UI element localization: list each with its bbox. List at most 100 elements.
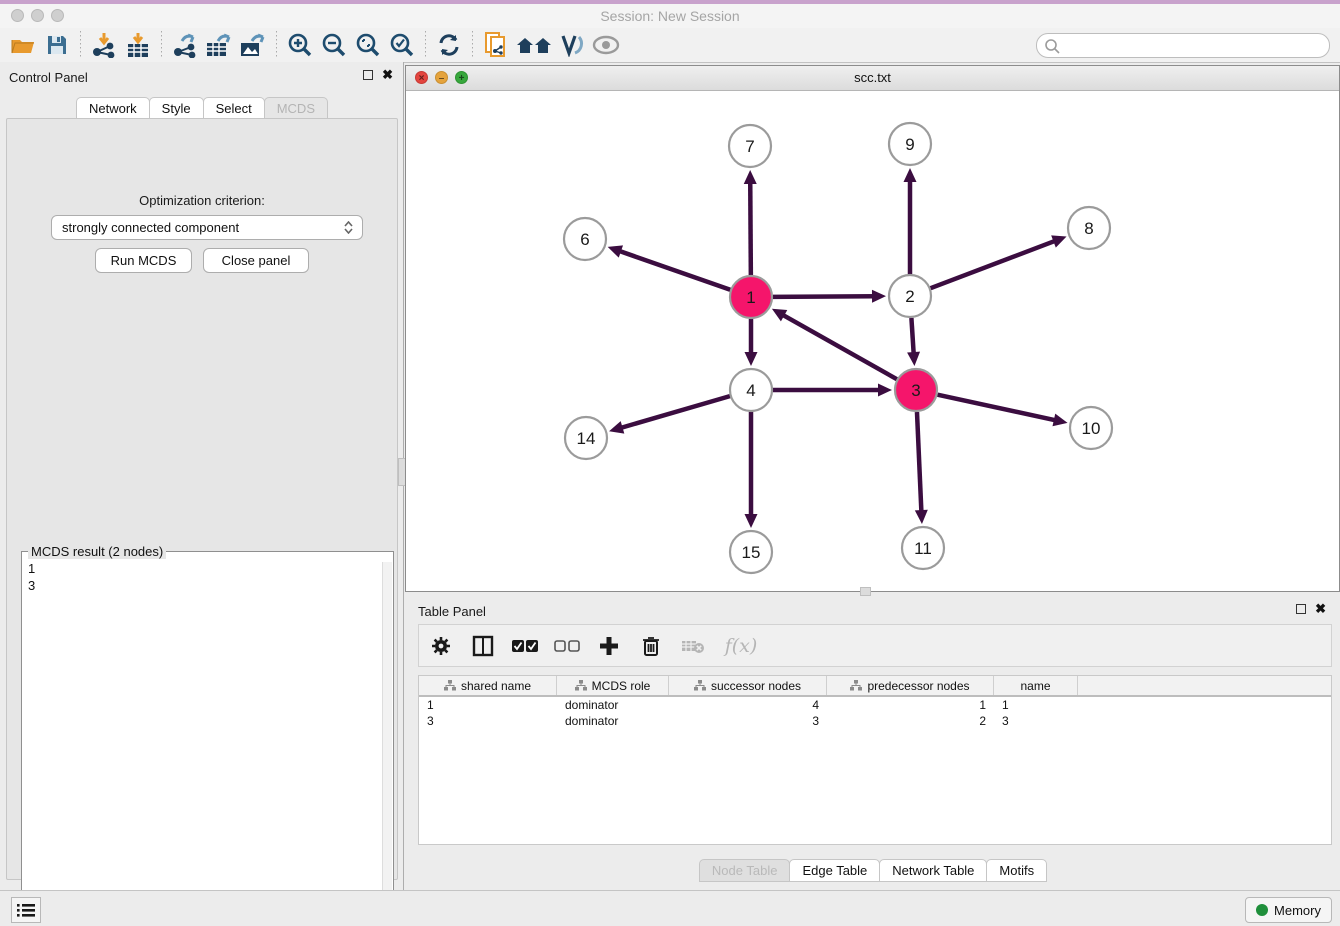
refresh-button[interactable] bbox=[432, 30, 466, 60]
optimization-criterion-select[interactable]: strongly connected component bbox=[51, 215, 363, 240]
clone-network-button[interactable] bbox=[479, 30, 513, 60]
network-window-title: scc.txt bbox=[406, 70, 1339, 85]
cell-shared-name[interactable]: 3 bbox=[419, 713, 557, 729]
status-bar: Memory bbox=[0, 890, 1340, 926]
table-row[interactable]: 1 dominator 4 1 1 bbox=[419, 697, 1331, 713]
export-network-button[interactable] bbox=[168, 30, 202, 60]
table-toolbar: f(x) bbox=[418, 624, 1332, 667]
session-titlebar: Session: New Session bbox=[0, 4, 1340, 28]
search-box[interactable] bbox=[1036, 33, 1330, 58]
column-header-successor-nodes[interactable]: successor nodes bbox=[669, 676, 827, 695]
table-row[interactable]: 3 dominator 3 2 3 bbox=[419, 713, 1331, 729]
show-hide-button[interactable] bbox=[589, 30, 623, 60]
tab-select[interactable]: Select bbox=[203, 97, 265, 119]
import-network-button[interactable] bbox=[87, 30, 121, 60]
import-table-icon bbox=[125, 32, 151, 58]
graph-node-label: 3 bbox=[911, 381, 920, 400]
close-table-panel-icon[interactable]: ✖ bbox=[1315, 604, 1326, 614]
trash-icon bbox=[642, 635, 660, 656]
zoom-fit-button[interactable] bbox=[351, 30, 385, 60]
table-panel-tabs: Node Table Edge Table Network Table Moti… bbox=[405, 859, 1340, 882]
cell-successor-nodes[interactable]: 4 bbox=[669, 697, 827, 713]
select-all-columns-button[interactable] bbox=[511, 631, 539, 661]
graph-node-label: 2 bbox=[905, 287, 914, 306]
graph-node-label: 4 bbox=[746, 381, 755, 400]
control-panel-title: Control Panel bbox=[9, 70, 88, 85]
export-table-button[interactable] bbox=[202, 30, 236, 60]
float-panel-icon[interactable] bbox=[363, 70, 373, 80]
column-header-predecessor-nodes[interactable]: predecessor nodes bbox=[827, 676, 994, 695]
mcds-result-text[interactable]: 1 3 bbox=[28, 560, 35, 594]
toolbar-separator bbox=[425, 31, 426, 59]
apply-style-button[interactable] bbox=[555, 30, 589, 60]
tab-network-table[interactable]: Network Table bbox=[879, 859, 987, 882]
cell-name[interactable]: 3 bbox=[994, 713, 1078, 729]
graph-node-label: 6 bbox=[580, 230, 589, 249]
zoom-in-button[interactable] bbox=[283, 30, 317, 60]
graph-node-label: 14 bbox=[577, 429, 596, 448]
tab-mcds[interactable]: MCDS bbox=[264, 97, 328, 119]
run-mcds-button[interactable]: Run MCDS bbox=[95, 248, 192, 273]
save-icon bbox=[46, 34, 68, 56]
network-graph[interactable]: 1234678910111415 bbox=[406, 90, 1339, 591]
cell-name[interactable]: 1 bbox=[994, 697, 1078, 713]
save-session-button[interactable] bbox=[40, 30, 74, 60]
tab-style[interactable]: Style bbox=[149, 97, 204, 119]
memory-button[interactable]: Memory bbox=[1245, 897, 1332, 923]
graph-edge-1-2 bbox=[773, 296, 875, 297]
open-session-button[interactable] bbox=[6, 30, 40, 60]
zoom-selected-button[interactable] bbox=[385, 30, 419, 60]
search-input[interactable] bbox=[1064, 38, 1329, 53]
table-settings-button[interactable] bbox=[427, 631, 455, 661]
node-table-header: shared name MCDS role bbox=[419, 676, 1331, 697]
cell-predecessor-nodes[interactable]: 1 bbox=[827, 697, 994, 713]
tab-node-table[interactable]: Node Table bbox=[699, 859, 791, 882]
delete-column-button[interactable] bbox=[637, 631, 665, 661]
export-image-button[interactable] bbox=[236, 30, 270, 60]
close-panel-icon[interactable]: ✖ bbox=[382, 70, 393, 80]
home-button[interactable] bbox=[513, 30, 555, 60]
export-table-icon bbox=[205, 32, 233, 58]
memory-status-icon bbox=[1256, 904, 1268, 916]
cell-shared-name[interactable]: 1 bbox=[419, 697, 557, 713]
toolbar-separator bbox=[472, 31, 473, 59]
zoom-out-icon bbox=[321, 32, 347, 58]
cell-mcds-role[interactable]: dominator bbox=[557, 697, 669, 713]
cell-predecessor-nodes[interactable]: 2 bbox=[827, 713, 994, 729]
function-builder-button[interactable]: f(x) bbox=[721, 631, 761, 661]
tab-edge-table[interactable]: Edge Table bbox=[789, 859, 880, 882]
graph-node-label: 1 bbox=[746, 288, 755, 307]
delete-table-button[interactable] bbox=[679, 631, 707, 661]
tab-network[interactable]: Network bbox=[76, 97, 150, 119]
network-column-icon bbox=[444, 680, 456, 691]
tab-motifs[interactable]: Motifs bbox=[986, 859, 1047, 882]
export-network-icon bbox=[172, 32, 198, 58]
zoom-out-button[interactable] bbox=[317, 30, 351, 60]
import-table-button[interactable] bbox=[121, 30, 155, 60]
float-table-panel-icon[interactable] bbox=[1296, 604, 1306, 614]
graph-arrowhead bbox=[904, 168, 917, 182]
result-scrollbar[interactable] bbox=[382, 562, 392, 926]
close-panel-button[interactable]: Close panel bbox=[203, 248, 309, 273]
unchecked-boxes-icon bbox=[554, 639, 580, 653]
deselect-all-columns-button[interactable] bbox=[553, 631, 581, 661]
search-icon bbox=[1044, 38, 1064, 54]
task-history-button[interactable] bbox=[11, 897, 41, 923]
column-header-mcds-role[interactable]: MCDS role bbox=[557, 676, 669, 695]
zoom-in-icon bbox=[287, 32, 313, 58]
mcds-result-group: MCDS result (2 nodes) 1 3 bbox=[21, 551, 394, 926]
home-icon bbox=[515, 34, 553, 56]
column-header-name[interactable]: name bbox=[994, 676, 1078, 695]
graph-arrowhead bbox=[907, 352, 920, 366]
show-columns-button[interactable] bbox=[469, 631, 497, 661]
list-icon bbox=[17, 903, 35, 917]
cell-mcds-role[interactable]: dominator bbox=[557, 713, 669, 729]
graph-edge-1-6 bbox=[618, 251, 730, 290]
horizontal-splitter-grip[interactable] bbox=[860, 587, 871, 596]
add-column-button[interactable] bbox=[595, 631, 623, 661]
mcds-tab-content: Optimization criterion: strongly connect… bbox=[6, 118, 398, 880]
graph-edge-3-10 bbox=[937, 395, 1056, 421]
cell-successor-nodes[interactable]: 3 bbox=[669, 713, 827, 729]
apply-style-icon bbox=[559, 33, 585, 57]
column-header-shared-name[interactable]: shared name bbox=[419, 676, 557, 695]
